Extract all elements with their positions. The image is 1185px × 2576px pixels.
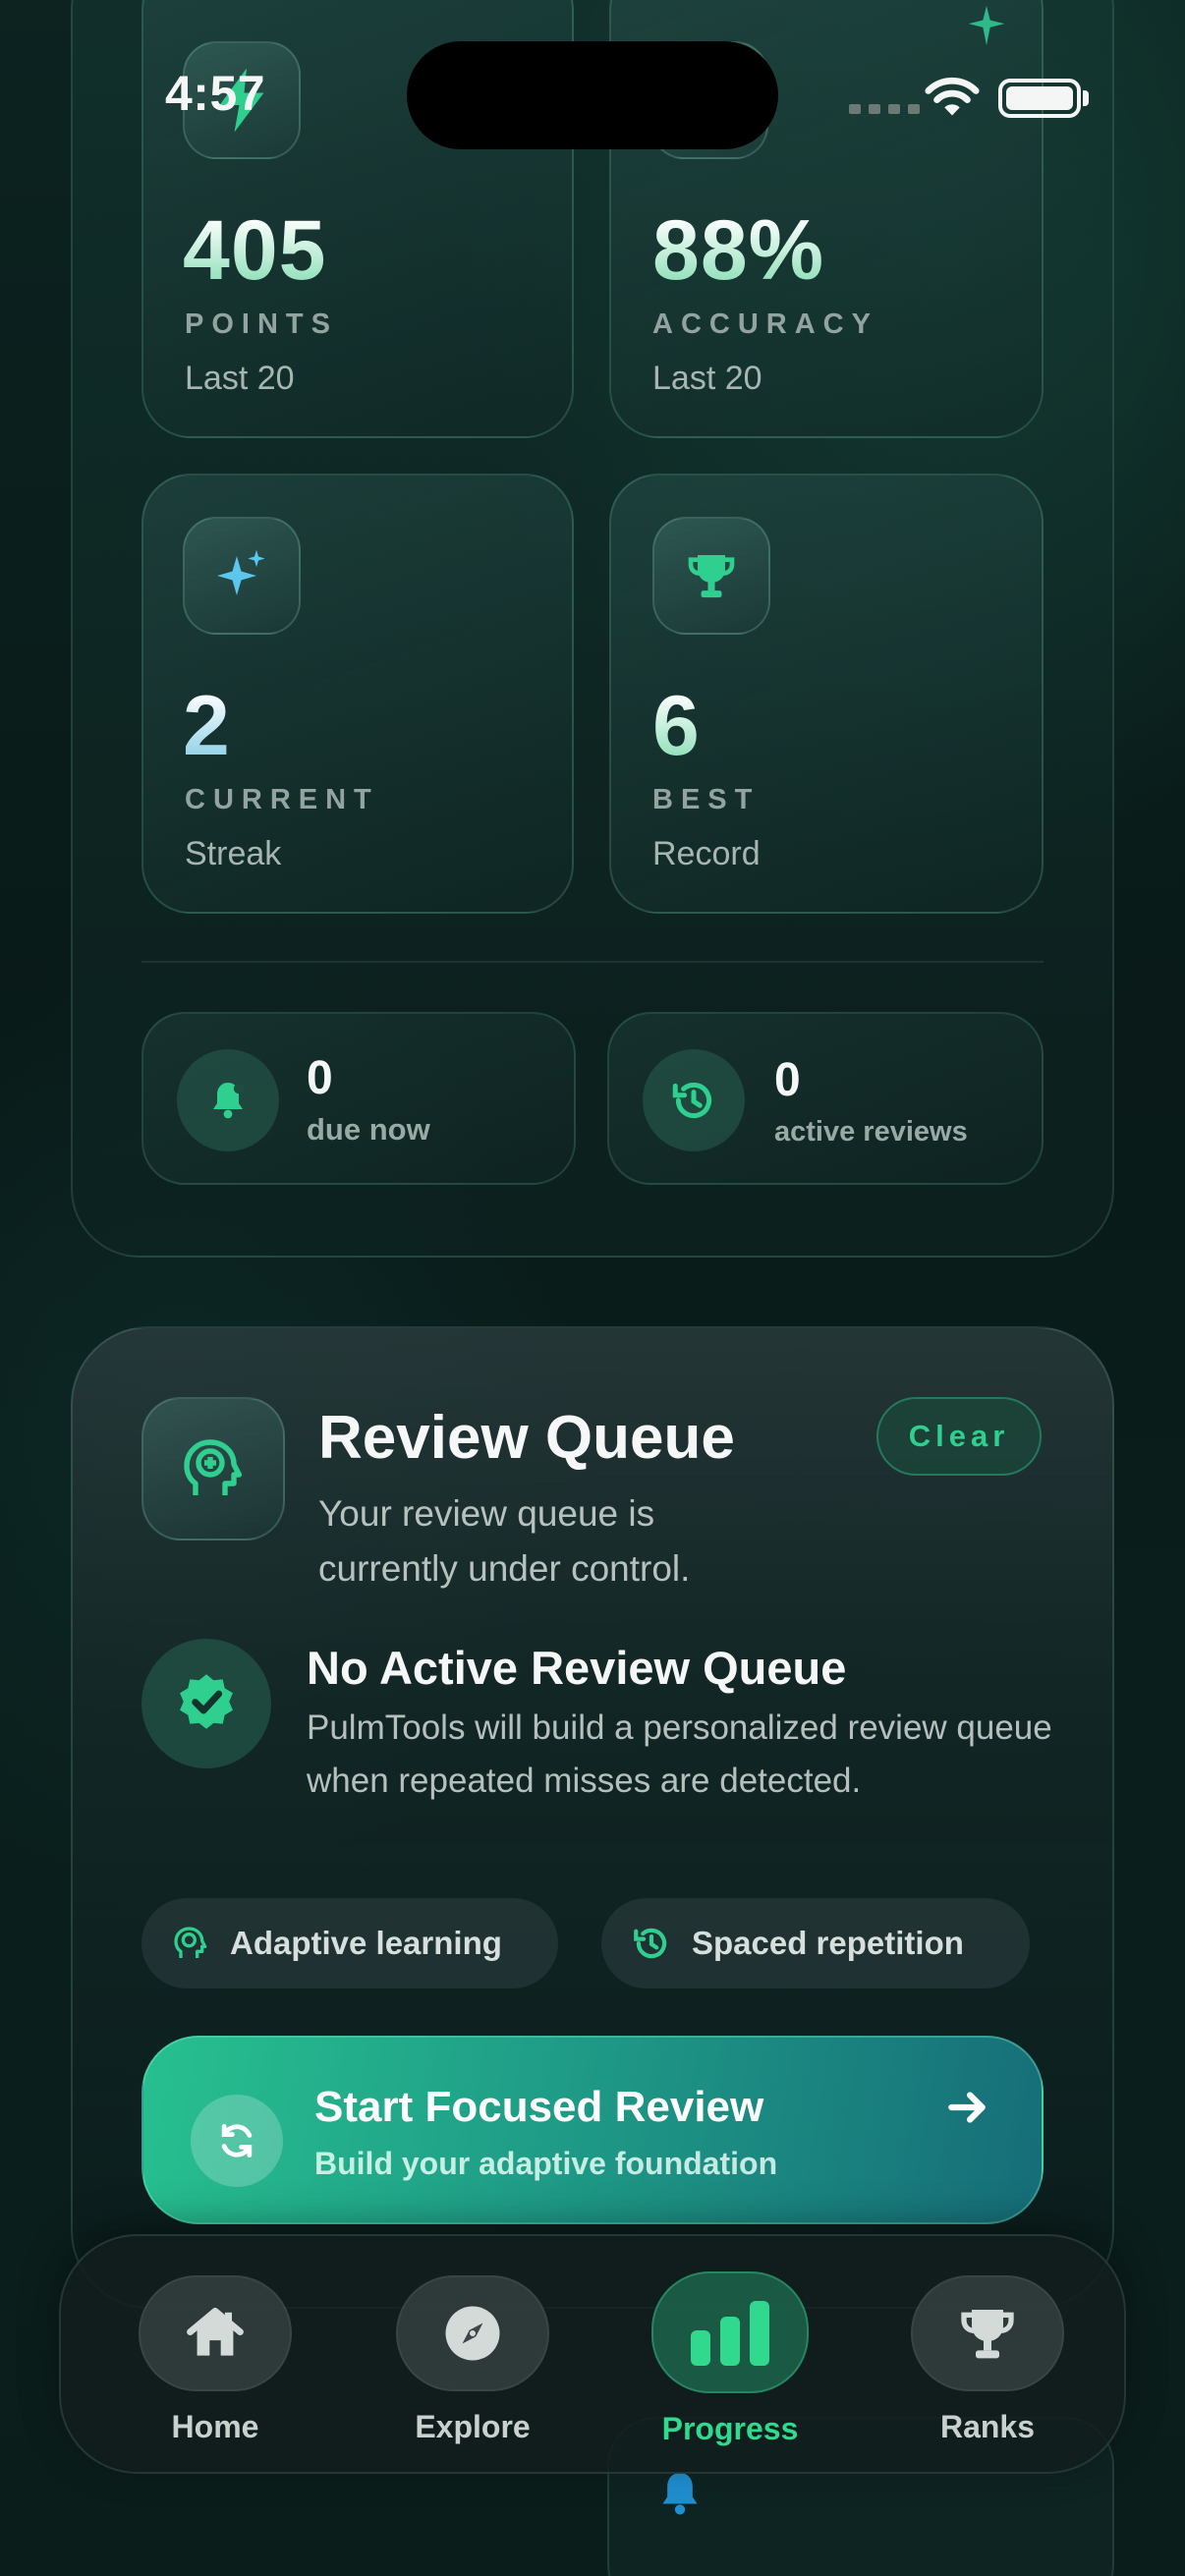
best-value: 6	[652, 679, 701, 773]
trophy-icon	[961, 2310, 1014, 2359]
brain-head-icon	[174, 1927, 207, 1958]
bell-icon-circle	[177, 1049, 279, 1151]
accuracy-label: ACCURACY	[652, 308, 878, 340]
due-now-value: 0	[307, 1052, 333, 1104]
tab-progress-label: Progress	[661, 2411, 799, 2446]
active-reviews-value: 0	[774, 1054, 801, 1106]
best-card: 6 BEST Record	[609, 474, 1044, 914]
history-icon	[634, 1928, 667, 1959]
wifi-icon	[925, 77, 980, 116]
tab-ranks[interactable]: Ranks	[894, 2275, 1081, 2445]
points-label: POINTS	[185, 308, 338, 340]
review-queue-title: Review Queue	[318, 1404, 735, 1472]
points-sub: Last 20	[185, 360, 295, 397]
sparkles-icon-tile	[183, 517, 301, 635]
review-queue-subtitle: Your review queue is currently under con…	[318, 1493, 691, 1589]
streak-card: 2 CURRENT Streak	[141, 474, 574, 914]
streak-sub: Streak	[185, 835, 282, 872]
tab-home[interactable]: Home	[122, 2275, 309, 2445]
compass-icon	[445, 2306, 500, 2361]
points-value: 405	[183, 203, 327, 298]
tab-progress-icon-bg	[651, 2271, 809, 2393]
chip-adaptive-learning-label: Adaptive learning	[230, 1925, 502, 1961]
due-now-card[interactable]: 0 due now	[141, 1012, 576, 1185]
refresh-icon-circle	[191, 2095, 283, 2187]
tab-explore-icon-bg	[396, 2275, 549, 2391]
dynamic-island	[407, 41, 778, 149]
trophy-icon	[688, 555, 735, 598]
chip-spaced-repetition: Spaced repetition	[601, 1898, 1030, 1988]
battery-nub	[1083, 90, 1089, 106]
brain-icon-tile	[141, 1397, 285, 1540]
streak-value: 2	[183, 679, 231, 773]
best-label: BEST	[652, 784, 761, 815]
bar-chart-icon	[691, 2301, 769, 2366]
accuracy-value: 88%	[652, 203, 825, 298]
accuracy-sub: Last 20	[652, 360, 762, 397]
chip-spaced-repetition-label: Spaced repetition	[692, 1925, 964, 1961]
tab-home-label: Home	[171, 2409, 259, 2444]
divider	[141, 961, 1044, 963]
active-reviews-card[interactable]: 0 active reviews	[607, 1012, 1044, 1185]
tab-explore-label: Explore	[415, 2409, 531, 2444]
battery-icon	[998, 79, 1081, 118]
verified-check-icon	[180, 1674, 233, 1729]
empty-state-title: No Active Review Queue	[307, 1642, 847, 1694]
house-icon	[187, 2307, 244, 2356]
sparkle-icon	[968, 5, 1005, 46]
tab-progress[interactable]: Progress	[637, 2271, 823, 2447]
tab-ranks-label: Ranks	[939, 2409, 1036, 2444]
bell-icon	[662, 2473, 698, 2515]
streak-label: CURRENT	[185, 784, 379, 815]
brain-head-icon	[184, 1439, 243, 1495]
tab-bar: Home Explore Progress Ranks	[59, 2234, 1126, 2474]
tab-explore[interactable]: Explore	[379, 2275, 566, 2445]
clear-button[interactable]: Clear	[876, 1397, 1042, 1476]
refresh-icon	[221, 2123, 253, 2158]
start-focused-review-button[interactable]: Start Focused Review Build your adaptive…	[141, 2036, 1044, 2224]
arrow-right-icon	[948, 2092, 986, 2123]
active-reviews-label: active reviews	[774, 1116, 968, 1148]
start-focused-review-title: Start Focused Review	[314, 2083, 764, 2131]
cellular-signal-icon	[849, 104, 920, 114]
due-now-label: due now	[307, 1112, 430, 1147]
trophy-icon-tile	[652, 517, 770, 635]
history-icon-circle	[643, 1049, 745, 1151]
progress-screen: 405 POINTS Last 20 88% ACCURACY Last 20 …	[0, 0, 1185, 2576]
bell-icon	[213, 1083, 245, 1119]
tab-ranks-icon-bg	[911, 2275, 1064, 2391]
history-icon	[672, 1082, 712, 1119]
tab-home-icon-bg	[139, 2275, 292, 2391]
empty-state-body: PulmTools will build a personalized revi…	[307, 1708, 1052, 1800]
status-time: 4:57	[165, 66, 266, 121]
chip-adaptive-learning: Adaptive learning	[141, 1898, 558, 1988]
verified-badge-circle	[141, 1639, 271, 1768]
start-focused-review-subtitle: Build your adaptive foundation	[314, 2146, 778, 2181]
best-sub: Record	[652, 835, 761, 872]
sparkles-icon	[217, 549, 265, 595]
